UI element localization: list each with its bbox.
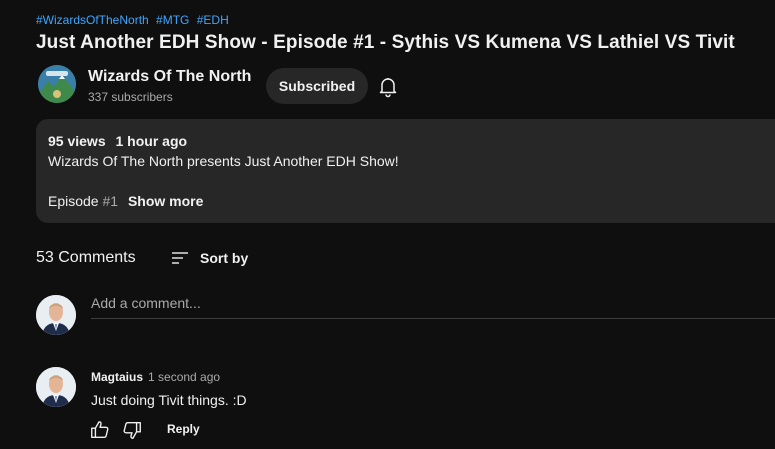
description-box[interactable]: 95 views 1 hour ago Wizards Of The North… — [36, 119, 775, 223]
comment-time[interactable]: 1 second ago — [148, 370, 220, 384]
hashtag-link[interactable]: #EDH — [197, 13, 229, 27]
hashtag-link[interactable]: #MTG — [156, 13, 189, 27]
video-page: #WizardsOfTheNorth #MTG #EDH Just Anothe… — [0, 0, 775, 449]
user-avatar[interactable] — [36, 295, 76, 335]
channel-row: Wizards Of The North 337 subscribers Sub… — [36, 64, 775, 106]
upload-time: 1 hour ago — [115, 133, 188, 149]
subscribe-button[interactable]: Subscribed — [266, 68, 368, 104]
comments-count: 53 Comments — [36, 249, 136, 266]
description-episode-line: Episode #1 Show more — [48, 193, 203, 209]
view-count: 95 views — [48, 133, 106, 149]
show-more-button[interactable]: Show more — [128, 193, 203, 209]
video-title: Just Another EDH Show - Episode #1 - Syt… — [36, 32, 735, 53]
reply-button[interactable]: Reply — [162, 420, 205, 438]
hashtag-row: #WizardsOfTheNorth #MTG #EDH — [36, 13, 233, 27]
video-stats: 95 views 1 hour ago — [48, 133, 775, 149]
episode-tag[interactable]: #1 — [102, 193, 118, 209]
commenter-avatar[interactable] — [36, 367, 76, 407]
add-comment-input[interactable]: Add a comment... — [91, 295, 775, 319]
thumbs-up-icon[interactable] — [89, 419, 111, 441]
hashtag-link[interactable]: #WizardsOfTheNorth — [36, 13, 149, 27]
comment-author-name[interactable]: Magtaius — [91, 370, 143, 384]
bell-icon[interactable] — [376, 74, 400, 98]
sort-by-label: Sort by — [200, 250, 249, 266]
sort-by-button[interactable]: Sort by — [170, 246, 248, 270]
comment-author: Magtaius 1 second ago — [91, 370, 220, 384]
episode-text: Episode — [48, 193, 103, 209]
sort-icon — [172, 252, 188, 264]
comment-text: Just doing Tivit things. :D — [91, 392, 247, 408]
subscriber-count: 337 subscribers — [88, 90, 173, 104]
description-text: Wizards Of The North presents Just Anoth… — [48, 153, 399, 169]
channel-name[interactable]: Wizards Of The North — [88, 68, 251, 86]
thumbs-down-icon[interactable] — [121, 419, 143, 441]
mountain-logo-icon[interactable] — [38, 65, 76, 103]
